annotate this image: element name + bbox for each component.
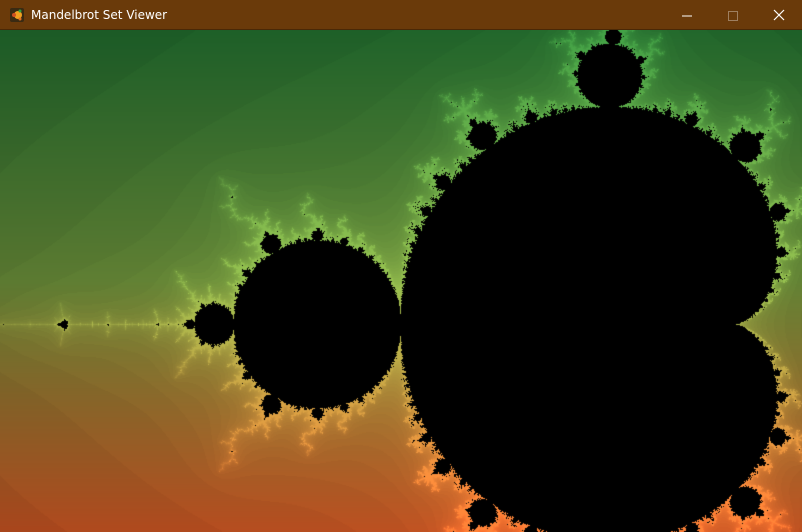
window-controls (664, 0, 802, 30)
mandelbrot-canvas[interactable] (0, 30, 802, 532)
window-title: Mandelbrot Set Viewer (31, 7, 168, 22)
close-button[interactable] (756, 0, 802, 30)
maximize-icon (728, 6, 738, 25)
minimize-icon (682, 6, 692, 25)
fractal-app-icon (9, 7, 25, 23)
minimize-button[interactable] (664, 0, 710, 30)
close-icon (773, 6, 785, 25)
title-bar[interactable]: Mandelbrot Set Viewer (0, 0, 802, 30)
maximize-button[interactable] (710, 0, 756, 30)
fractal-viewport[interactable] (0, 30, 802, 532)
app-window: Mandelbrot Set Viewer (0, 0, 802, 532)
